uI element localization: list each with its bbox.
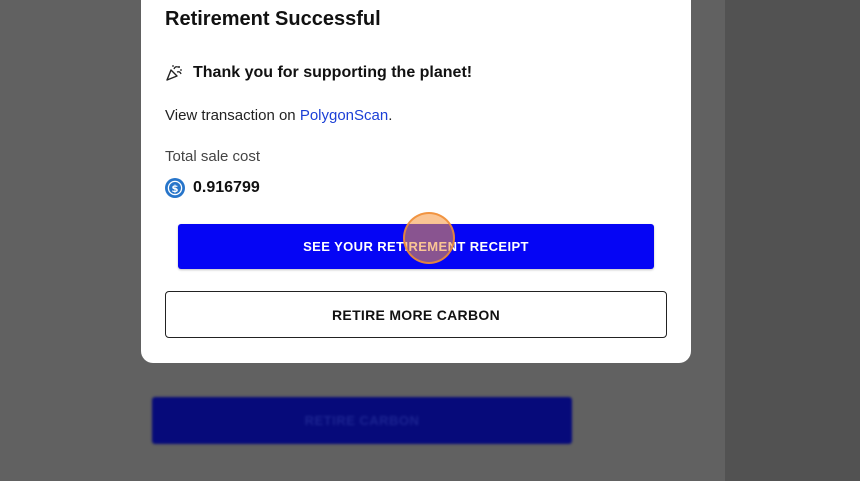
background-side-panel	[725, 0, 860, 481]
view-transaction-prefix: View transaction on	[165, 107, 300, 124]
view-transaction-text: View transaction on PolygonScan.	[165, 107, 392, 124]
party-popper-icon	[165, 64, 183, 82]
total-sale-cost-value: 0.916799	[193, 179, 260, 196]
thanks-message: Thank you for supporting the planet!	[193, 64, 473, 81]
usdc-coin-icon: $	[165, 178, 185, 198]
polygonscan-link[interactable]: PolygonScan	[300, 107, 388, 124]
background-retire-button-label: RETIRE CARBON	[304, 413, 420, 428]
see-retirement-receipt-button[interactable]: SEE YOUR RETIREMENT RECEIPT	[178, 224, 654, 269]
svg-text:$: $	[172, 184, 179, 195]
retirement-success-modal: Retirement Successful Thank you for supp…	[141, 0, 691, 363]
modal-title: Retirement Successful	[165, 8, 381, 30]
thanks-row: Thank you for supporting the planet!	[165, 64, 472, 82]
view-transaction-suffix: .	[388, 107, 393, 124]
total-sale-cost-label: Total sale cost	[165, 148, 261, 165]
retire-more-carbon-button[interactable]: RETIRE MORE CARBON	[165, 291, 667, 338]
total-sale-cost-row: $ 0.916799	[165, 178, 260, 198]
background-retire-button: RETIRE CARBON	[152, 397, 572, 444]
